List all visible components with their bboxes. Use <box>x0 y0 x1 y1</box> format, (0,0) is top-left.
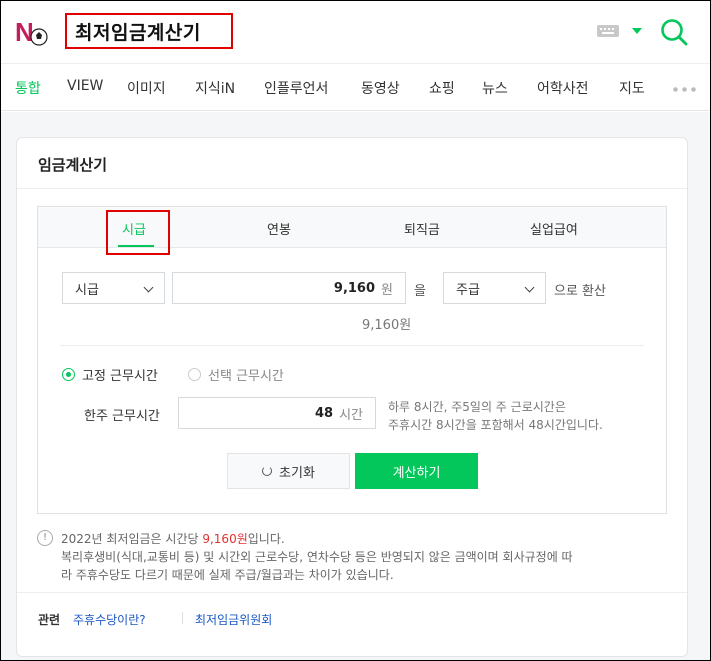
weekly-hours-input[interactable]: 48 시간 <box>178 397 376 429</box>
radio-select-hours[interactable]: 선택 근무시간 <box>188 365 284 384</box>
particle-label: 을 <box>414 284 426 299</box>
chevron-down-icon <box>524 282 535 293</box>
search-query-text: 최저임금계산기 <box>75 21 201 44</box>
tab-severance[interactable]: 퇴직금 <box>404 219 440 238</box>
radio-fixed-label: 고정 근무시간 <box>82 369 158 384</box>
divider <box>17 592 687 593</box>
weekly-hours-label: 한주 근무시간 <box>84 409 160 424</box>
radio-checked-icon <box>62 368 75 381</box>
tab-images[interactable]: 이미지 <box>127 78 166 98</box>
search-header: N 최저임금계산기 <box>1 1 710 63</box>
calculate-label: 계산하기 <box>392 465 441 481</box>
convert-suffix: 으로 환산 <box>554 284 606 299</box>
tab-view[interactable]: VIEW <box>67 78 103 94</box>
search-icon[interactable] <box>659 17 689 47</box>
min-wage-value: 9,160원 <box>202 532 248 546</box>
tab-video[interactable]: 동영상 <box>361 78 400 98</box>
hours-hint-line1: 하루 8시간, 주5일의 주 근로시간은 <box>388 400 566 414</box>
more-dots-icon[interactable] <box>671 87 697 92</box>
notice-line3: 라 주휴수당도 다르기 때문에 실제 주급/월급과는 차이가 있습니다. <box>61 568 394 582</box>
notice-line2: 복리후생비(식대,교통비 등) 및 시간외 근로수당, 연차수당 등은 반영되지… <box>61 550 573 564</box>
to-unit-select[interactable]: 주급 <box>443 272 546 304</box>
tab-unemployment[interactable]: 실업급여 <box>530 219 578 238</box>
search-tabs: 통합 VIEW 이미지 지식iN 인플루언서 동영상 쇼핑 뉴스 어학사전 지도 <box>1 63 710 111</box>
radio-fixed-hours[interactable]: 고정 근무시간 <box>62 365 158 384</box>
tab-news[interactable]: 뉴스 <box>482 78 508 98</box>
tab-shopping[interactable]: 쇼핑 <box>429 78 455 98</box>
notice-line1-pre: 2022년 최저임금은 시간당 <box>61 532 203 546</box>
tab-dictionary[interactable]: 어학사전 <box>537 78 589 98</box>
tab-map[interactable]: 지도 <box>619 78 645 98</box>
weekly-hours-value: 48 <box>314 405 334 421</box>
amount-readout: 9,160원 <box>362 318 412 333</box>
refresh-icon <box>262 466 273 476</box>
svg-text:N: N <box>15 17 34 47</box>
notice-line1-post: 입니다. <box>247 532 285 546</box>
hours-hint-line2: 주휴시간 8시간을 포함해서 48시간입니다. <box>388 418 603 432</box>
reset-label: 초기화 <box>279 465 315 481</box>
tab-influencer[interactable]: 인플루언서 <box>264 78 328 98</box>
calculate-button[interactable]: 계산하기 <box>355 453 478 489</box>
to-unit-value: 주급 <box>456 282 480 298</box>
calculator-panel: 시급 연봉 퇴직금 실업급여 시급 9,160 원 을 주급 으로 환산 9,1… <box>37 206 667 514</box>
tab-kin[interactable]: 지식iN <box>195 78 235 98</box>
radio-unchecked-icon <box>188 368 201 381</box>
divider <box>17 188 687 189</box>
info-icon: ! <box>37 530 53 546</box>
hours-unit: 시간 <box>339 407 363 423</box>
caret-down-icon[interactable] <box>632 28 642 34</box>
amount-unit: 원 <box>381 282 393 298</box>
tab-annual[interactable]: 연봉 <box>267 219 291 238</box>
chevron-down-icon <box>143 282 154 293</box>
reset-button[interactable]: 초기화 <box>227 453 350 489</box>
radio-select-label: 선택 근무시간 <box>208 369 284 384</box>
wage-calculator-card: 임금계산기 시급 연봉 퇴직금 실업급여 시급 9,160 원 을 주급 으로 … <box>16 137 688 657</box>
from-unit-value: 시급 <box>75 282 99 298</box>
search-query-box[interactable]: 최저임금계산기 <box>65 13 233 49</box>
tab-highlight-box <box>106 210 170 255</box>
amount-value: 9,160 <box>333 280 376 296</box>
weekly-holiday-pay-link[interactable]: 주휴수당이란? <box>73 611 146 628</box>
amount-input[interactable]: 9,160 원 <box>172 272 406 304</box>
naver-logo-icon[interactable]: N <box>15 17 49 47</box>
divider <box>60 345 644 346</box>
card-title: 임금계산기 <box>38 156 108 174</box>
from-unit-select[interactable]: 시급 <box>62 272 165 304</box>
minimum-wage-commission-link[interactable]: 최저임금위원회 <box>195 611 272 628</box>
tab-all[interactable]: 통합 <box>15 78 41 98</box>
link-separator <box>182 612 183 624</box>
keyboard-icon[interactable] <box>597 25 619 37</box>
related-label: 관련 <box>38 613 61 627</box>
notice-line1: 2022년 최저임금은 시간당 9,160원입니다. <box>61 530 285 547</box>
